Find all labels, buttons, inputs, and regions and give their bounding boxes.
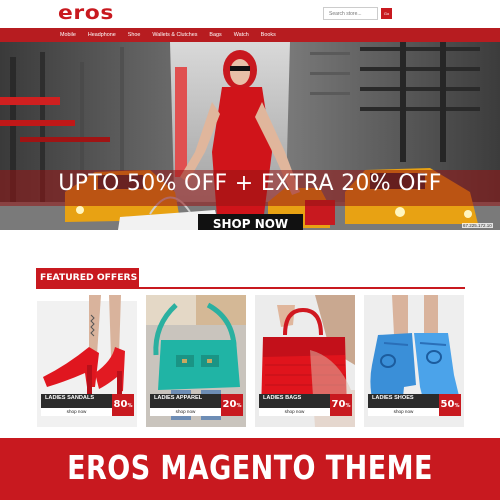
nav-item-shoe[interactable]: Shoe [128, 32, 141, 38]
shop-now-link[interactable]: shop now [41, 408, 112, 416]
nav-item-mobile[interactable]: Mobile [60, 32, 76, 38]
discount-value: 70 [331, 399, 346, 410]
discount-unit: % [127, 403, 133, 409]
shop-now-link[interactable]: shop now [368, 408, 439, 416]
page: eros Go Mobile Headphone Shoe Wallets & … [0, 0, 500, 500]
card-label: LADIES SANDALS [41, 394, 112, 408]
product-card-ladies-apparel[interactable]: LADIES APPAREL shop now 20% [146, 295, 246, 427]
shop-now-link[interactable]: shop now [150, 408, 221, 416]
card-label: LADIES BAGS [259, 394, 330, 408]
ip-address-label: 67.225.172.10 [462, 223, 493, 228]
card-label: LADIES SHOES [368, 394, 439, 408]
product-card-ladies-shoes[interactable]: LADIES SHOES shop now 50% [364, 295, 464, 427]
nav-item-books[interactable]: Books [261, 32, 276, 38]
discount-value: 50 [440, 399, 455, 410]
discount-unit: % [454, 403, 460, 409]
product-card-ladies-bags[interactable]: LADIES BAGS shop now 70% [255, 295, 355, 427]
card-label: LADIES APPAREL [150, 394, 221, 408]
promo-headline: UPTO 50% OFF + EXTRA 20% OFF [58, 171, 442, 196]
discount-value: 20 [222, 399, 237, 410]
discount-value: 80 [113, 399, 128, 410]
featured-divider [36, 287, 465, 289]
hero-banner[interactable]: UPTO 50% OFF + EXTRA 20% OFF SHOP NOW [0, 42, 500, 230]
featured-offers-title: FEATURED OFFERS [36, 268, 139, 288]
product-card-ladies-sandals[interactable]: LADIES SANDALS shop now 80% [37, 295, 137, 427]
main-nav: Mobile Headphone Shoe Wallets & Clutches… [0, 28, 500, 42]
discount-unit: % [345, 403, 351, 409]
site-header: eros Go [0, 0, 500, 28]
discount-unit: % [236, 403, 242, 409]
nav-item-watch[interactable]: Watch [234, 32, 249, 38]
discount-badge: 20% [221, 394, 243, 416]
site-logo[interactable]: eros [58, 2, 114, 24]
search-button[interactable]: Go [381, 8, 392, 19]
nav-item-bags[interactable]: Bags [209, 32, 221, 38]
discount-badge: 50% [439, 394, 461, 416]
shop-now-button[interactable]: SHOP NOW [198, 214, 303, 230]
theme-title: EROS MAGENTO THEME [67, 448, 433, 487]
discount-badge: 80% [112, 394, 134, 416]
nav-item-headphone[interactable]: Headphone [88, 32, 116, 38]
nav-item-wallets-clutches[interactable]: Wallets & Clutches [152, 32, 197, 38]
shop-now-link[interactable]: shop now [259, 408, 330, 416]
search-input[interactable] [323, 7, 378, 20]
discount-badge: 70% [330, 394, 352, 416]
